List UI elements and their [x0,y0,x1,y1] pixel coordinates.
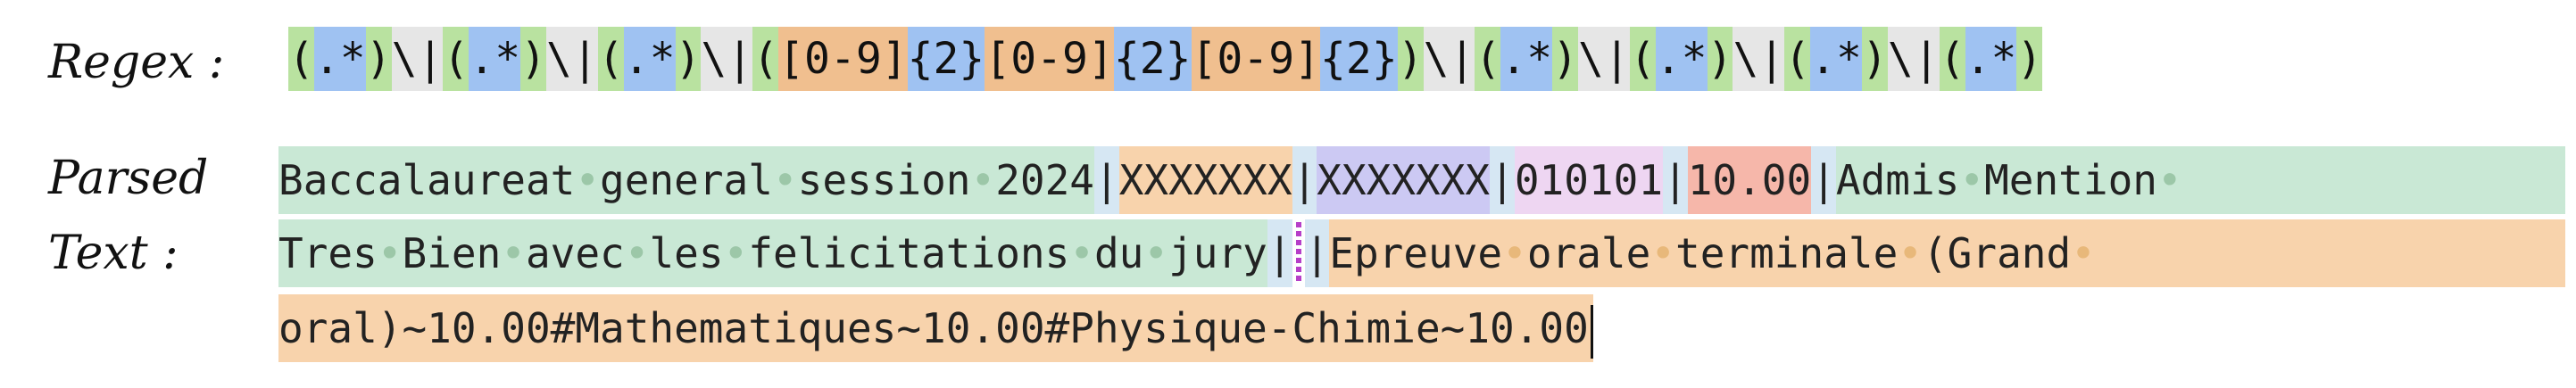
parsed-field: Tres•Bien•avec•les•felicitations•du•jury [278,219,1267,287]
regex-token: .* [313,27,366,91]
regex-label: Regex : [48,36,225,89]
regex-token: ( [1939,27,1965,91]
field-separator: | [1093,146,1119,214]
parsed-field: XXXXXXX [1118,146,1292,214]
regex-token: \| [1578,27,1630,91]
split-marker-icon [1295,222,1301,285]
regex-token: \| [1887,27,1940,91]
regex-token: ( [1475,27,1501,91]
regex-token: [0-9] [1191,27,1321,91]
parsed-text-line-2[interactable]: Tres•Bien•avec•les•felicitations•du•jury… [278,219,2565,287]
regex-token: ( [1784,27,1811,91]
regex-token: \| [1733,27,1785,91]
regex-token: ( [443,27,469,91]
regex-token: .* [1500,27,1553,91]
regex-pattern-display[interactable]: (.*) \|(.*) \|(.*) \|([0-9] {2} [0-9] {2} [0-9]… [288,27,2043,91]
regex-token: \| [701,27,753,91]
field-separator: | [1292,146,1317,214]
regex-token: \| [1423,27,1475,91]
parsed-field: Epreuve•orale•terminale•(Grand• [1329,219,2565,287]
regex-token: [0-9] [985,27,1114,91]
regex-token: ( [597,27,624,91]
parsed-text-label-line2: Text : [48,227,179,280]
parsed-text-line-3[interactable]: oral)~10.00#Mathematiques~10.00#Physique… [278,294,1593,362]
regex-token: ) [365,27,392,91]
regex-token: .* [623,27,676,91]
regex-token: .* [1810,27,1862,91]
regex-token: ) [1552,27,1579,91]
regex-token: ) [520,27,547,91]
regex-token: ( [288,27,314,91]
regex-token: ) [1861,27,1888,91]
field-separator: | [1304,219,1330,287]
regex-token: [0-9] [778,27,908,91]
parsed-field: XXXXXXX [1317,146,1491,214]
regex-token: ( [1629,27,1656,91]
regex-token: ) [1707,27,1733,91]
regex-token: \| [391,27,444,91]
regex-token: .* [469,27,521,91]
regex-token: \| [546,27,598,91]
parsed-text-label-line1: Parsed [48,152,209,205]
regex-token: ( [752,27,779,91]
regex-token: {2} [907,27,985,91]
text-cursor [1590,304,1593,359]
regex-token: .* [1655,27,1708,91]
regex-token: .* [1965,27,2017,91]
regex-token: {2} [1113,27,1192,91]
field-separator: | [1663,146,1688,214]
parsed-field: 10.00 [1687,146,1812,214]
regex-token: ) [675,27,702,91]
parsed-text-line-1[interactable]: Baccalaureat•general•session•2024 | XXXXXX… [278,146,2565,214]
field-separator: | [1811,146,1836,214]
field-separator: | [1267,219,1292,287]
regex-token: {2} [1320,27,1398,91]
parsed-field: 010101 [1514,146,1664,214]
regex-token: ) [1397,27,1424,91]
regex-token: ) [2016,27,2043,91]
parsed-field: oral)~10.00#Mathematiques~10.00#Physique… [278,294,1593,362]
parsed-field: Baccalaureat•general•session•2024 [278,146,1094,214]
field-separator: | [1490,146,1515,214]
parsed-field: Admis•Mention• [1835,146,2565,214]
